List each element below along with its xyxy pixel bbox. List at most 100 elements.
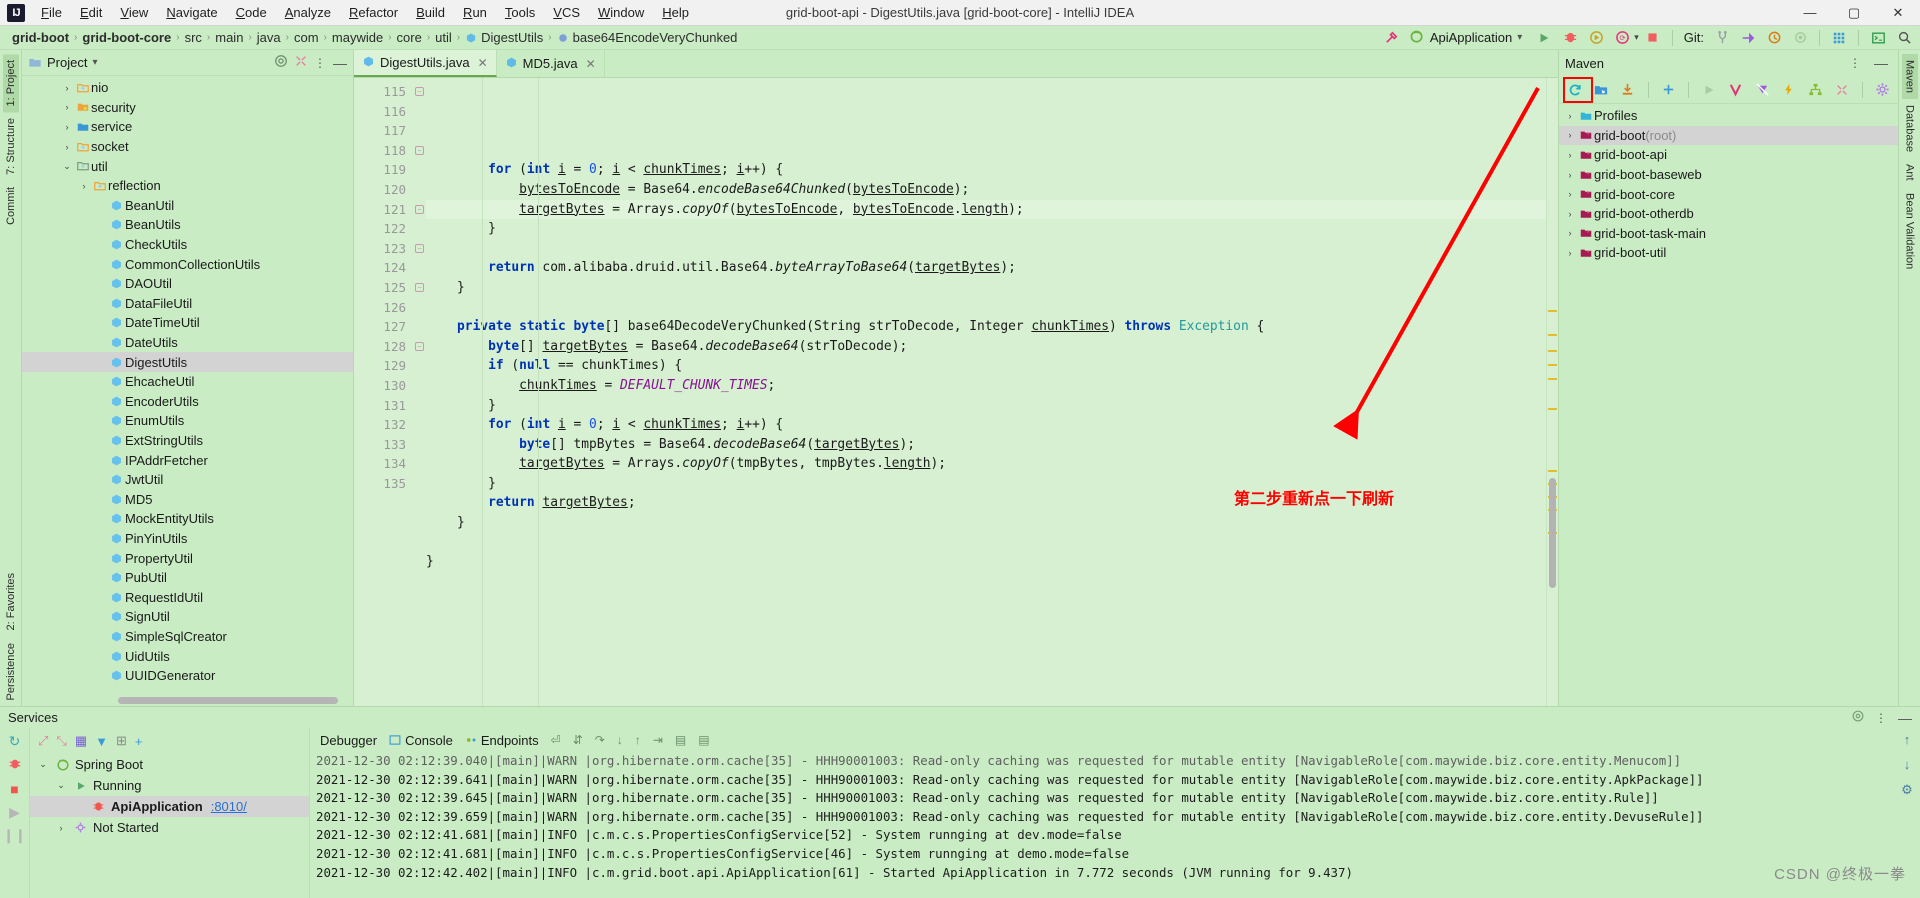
maven-settings-icon[interactable] [1871, 79, 1895, 101]
code-line[interactable] [426, 533, 1546, 553]
services-tree-item-running[interactable]: ⌄ Running [30, 775, 309, 796]
step-over-icon[interactable]: ↷ [595, 733, 605, 747]
update-project-icon[interactable] [1736, 27, 1760, 49]
menu-item-build[interactable]: Build [407, 2, 454, 23]
search-icon[interactable] [1892, 27, 1916, 49]
editor-warning-marker[interactable] [1548, 408, 1557, 410]
pause-icon[interactable]: ❙❙ [3, 828, 26, 842]
breadcrumb-item-src[interactable]: src [181, 30, 206, 45]
services-tree-item-apiapplication[interactable]: ApiApplication:8010/ [30, 796, 309, 817]
chevron-down-icon[interactable]: ⌄ [60, 161, 74, 172]
tool-window-tab-ant[interactable]: Ant [1902, 158, 1918, 187]
menu-item-help[interactable]: Help [653, 2, 698, 23]
project-tree-item-mockentityutils[interactable]: MockEntityUtils [22, 509, 353, 529]
history-icon[interactable] [1762, 27, 1786, 49]
expand-all-icon[interactable]: ⤢ [38, 733, 48, 749]
project-tree-item-beanutils[interactable]: BeanUtils [22, 215, 353, 235]
chevron-right-icon[interactable]: › [1563, 189, 1577, 199]
branch-icon[interactable] [1710, 27, 1734, 49]
code-line[interactable]: if (null == chunkTimes) { [426, 356, 1546, 376]
editor-vertical-scrollbar[interactable] [1549, 478, 1556, 588]
editor-tab-md5-java[interactable]: MD5.java ✕ [497, 50, 605, 77]
project-tree-horizontal-scrollbar[interactable] [118, 697, 338, 704]
services-run-controls[interactable]: ↻ ■ ▶ ❙❙ [0, 728, 30, 898]
chevron-right-icon[interactable]: › [1563, 130, 1577, 140]
project-panel-actions[interactable]: ⋮ — [274, 54, 347, 71]
menu-item-tools[interactable]: Tools [496, 2, 544, 23]
close-icon[interactable]: ✕ [586, 57, 596, 71]
breadcrumb[interactable]: grid-boot › grid-boot-core › src › main › java › c… [8, 30, 741, 45]
code-line[interactable]: } [426, 552, 1546, 572]
chevron-right-icon[interactable]: › [1563, 170, 1577, 180]
gear-icon[interactable] [1851, 709, 1865, 726]
chevron-right-icon[interactable]: › [54, 823, 68, 833]
project-tree-item-uuidgenerator[interactable]: UUIDGenerator [22, 666, 353, 686]
code-line[interactable]: return com.alibaba.druid.util.Base64.byt… [426, 258, 1546, 278]
code-line[interactable] [426, 298, 1546, 318]
maven-tree-item-profiles[interactable]: › Profiles [1559, 106, 1898, 126]
console-tabs[interactable]: Debugger Console Endpoints ⏎ ⇵ ↷ ↓ ↑ ⇥ ▤ ▤ [310, 728, 1894, 752]
collapse-all-icon[interactable]: ⤡ [56, 733, 66, 749]
chevron-right-icon[interactable]: › [60, 102, 74, 112]
download-sources-icon[interactable] [1616, 79, 1640, 101]
code-line[interactable]: targetBytes = Arrays.copyOf(bytesToEncod… [426, 199, 1546, 220]
debug-icon[interactable] [8, 757, 22, 773]
chevron-right-icon[interactable]: › [1563, 209, 1577, 219]
maven-projects-tree[interactable]: › Profiles › grid-boot (root) › grid-boot-api… [1559, 104, 1898, 706]
project-tree-item-socket[interactable]: › socket [22, 137, 353, 157]
editor-warning-marker[interactable] [1548, 364, 1557, 366]
project-tree-item-daoutil[interactable]: DAOUtil [22, 274, 353, 294]
chevron-right-icon[interactable]: › [1563, 150, 1577, 160]
project-tree-item-security[interactable]: › security [22, 98, 353, 118]
collapse-all-icon[interactable] [294, 54, 308, 71]
menu-item-analyze[interactable]: Analyze [276, 2, 340, 23]
editor-warning-marker[interactable] [1548, 310, 1557, 312]
menu-item-window[interactable]: Window [589, 2, 653, 23]
collapse-all-icon[interactable] [1830, 79, 1854, 101]
project-tree-item-uidutils[interactable]: UidUtils [22, 646, 353, 666]
maven-tree-item-grid-boot-task-main[interactable]: › grid-boot-task-main [1559, 224, 1898, 244]
stop-icon[interactable]: ■ [10, 782, 18, 796]
editor-warning-marker[interactable] [1548, 470, 1557, 472]
breadcrumb-item-digestutils[interactable]: DigestUtils [461, 30, 547, 45]
code-line[interactable] [426, 239, 1546, 259]
chevron-down-icon[interactable]: ⌄ [54, 780, 68, 791]
project-tree-item-util[interactable]: ⌄ util [22, 156, 353, 176]
editor-tabs[interactable]: DigestUtils.java ✕ MD5.java ✕ [354, 50, 1558, 78]
breadcrumb-item-core[interactable]: core [393, 30, 426, 45]
code-folding-column[interactable]: − − − − − − [412, 78, 426, 706]
profiler-dropdown-icon[interactable]: ▾ [1634, 32, 1639, 43]
step-out-icon[interactable]: ↑ [635, 733, 641, 747]
project-tree-item-ehcacheutil[interactable]: EhcacheUtil [22, 372, 353, 392]
resume-icon[interactable]: ▶ [9, 805, 20, 819]
console-tab-console[interactable]: Console [389, 733, 453, 748]
project-tree-item-pinyinutils[interactable]: PinYinUtils [22, 529, 353, 549]
scroll-up-icon[interactable]: ↑ [1904, 732, 1911, 747]
project-tree-item-dateutils[interactable]: DateUtils [22, 333, 353, 353]
scroll-down-icon[interactable]: ↓ [1904, 757, 1911, 772]
editor-warning-marker[interactable] [1548, 350, 1557, 352]
project-panel-title-group[interactable]: Project ▾ [28, 55, 98, 70]
project-tree-item-reflection[interactable]: › reflection [22, 176, 353, 196]
maven-toolbar[interactable] [1559, 76, 1898, 104]
code-line[interactable]: chunkTimes = DEFAULT_CHUNK_TIMES; [426, 376, 1546, 396]
close-icon[interactable]: ✕ [478, 56, 488, 70]
code-line[interactable]: targetBytes = Arrays.copyOf(tmpBytes, tm… [426, 454, 1546, 474]
code-line[interactable]: } [426, 396, 1546, 416]
chevron-right-icon[interactable]: › [60, 83, 74, 93]
menu-item-refactor[interactable]: Refactor [340, 2, 407, 23]
project-tree-item-encoderutils[interactable]: EncoderUtils [22, 392, 353, 412]
project-tree-item-jwtutil[interactable]: JwtUtil [22, 470, 353, 490]
services-tree-item-not-started[interactable]: › Not Started [30, 817, 309, 838]
project-tree-item-md5[interactable]: MD5 [22, 489, 353, 509]
editor-warning-marker[interactable] [1548, 334, 1557, 336]
print-icon[interactable]: ▤ [698, 733, 709, 747]
add-tab-icon[interactable]: ⊞ [116, 733, 127, 749]
console-tab-endpoints[interactable]: Endpoints [465, 733, 539, 748]
hammer-icon[interactable] [1380, 27, 1404, 49]
project-tree-item-ipaddrfetcher[interactable]: IPAddrFetcher [22, 450, 353, 470]
step-into-icon[interactable]: ↓ [617, 733, 623, 747]
chevron-down-icon[interactable]: ⌄ [36, 759, 50, 770]
project-tree-item-checkutils[interactable]: CheckUtils [22, 235, 353, 255]
menu-item-navigate[interactable]: Navigate [157, 2, 226, 23]
